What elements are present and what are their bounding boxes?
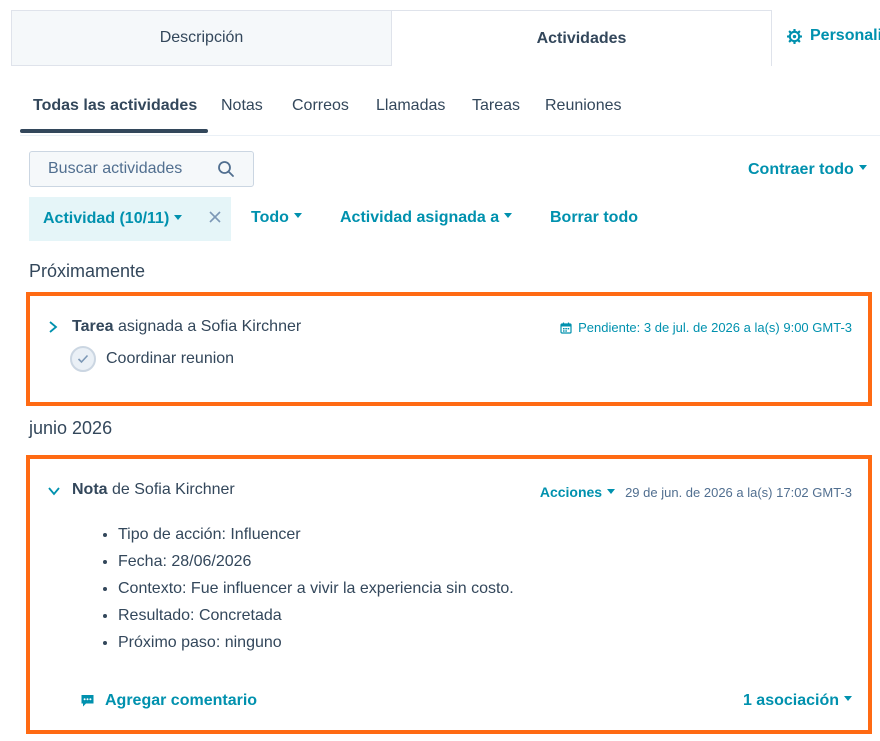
note-card-title[interactable]: Nota de Sofia Kirchner (72, 481, 235, 499)
tab-description[interactable]: Descripción (11, 10, 392, 66)
note-timestamp: 29 de jun. de 2026 a la(s) 17:02 GMT-3 (625, 484, 852, 500)
tab-emails[interactable]: Correos (292, 97, 349, 115)
task-assignee-text: asignada a Sofia Kirchner (113, 318, 302, 335)
tab-notes[interactable]: Notas (221, 97, 263, 115)
all-filter-dropdown[interactable]: Todo (251, 209, 302, 227)
list-item: Tipo de acción: Influencer (118, 521, 514, 548)
chevron-down-icon[interactable] (48, 486, 60, 496)
personalize-button[interactable]: Personali (787, 27, 880, 45)
associations-dropdown[interactable]: 1 asociación (743, 692, 852, 710)
section-heading-month: junio 2026 (29, 418, 113, 438)
task-due-date[interactable]: Pendiente: 3 de jul. de 2026 a la(s) 9:0… (560, 320, 852, 335)
checkmark-icon (77, 354, 89, 364)
add-comment-label: Agregar comentario (105, 692, 258, 709)
tab-description-label: Descripción (159, 29, 244, 46)
note-type: Nota (72, 481, 108, 498)
activity-filter-chip[interactable]: Actividad (10/11) (29, 197, 231, 241)
note-author-text: de Sofia Kirchner (107, 481, 235, 498)
activity-filter-tabs: Todas las actividades Notas Correos Llam… (20, 88, 880, 136)
chevron-down-icon (858, 165, 867, 171)
task-due-label: Pendiente: 3 de jul. de 2026 a la(s) 9:0… (578, 320, 852, 335)
calendar-icon (560, 322, 572, 334)
search-input[interactable] (48, 160, 208, 178)
task-type: Tarea (72, 318, 114, 335)
assigned-filter-label: Actividad asignada a (340, 209, 500, 226)
task-card-title[interactable]: Tarea asignada a Sofia Kirchner (72, 318, 301, 336)
record-tabs: Descripción Actividades Personali (0, 0, 880, 66)
collapse-all-button[interactable]: Contraer todo (748, 161, 867, 179)
task-complete-checkbox[interactable] (70, 346, 96, 372)
task-item: Coordinar reunion (70, 346, 234, 372)
chevron-down-icon (293, 213, 302, 219)
list-item: Resultado: Concretada (118, 602, 514, 629)
personalize-label: Personali (810, 27, 880, 44)
actions-dropdown[interactable]: Acciones (539, 484, 616, 500)
gear-icon (787, 28, 802, 44)
search-icon[interactable] (217, 160, 235, 178)
section-heading-upcoming: Próximamente (29, 261, 146, 281)
tab-all-activities[interactable]: Todas las actividades (33, 97, 197, 115)
list-item: Próximo paso: ninguno (118, 629, 514, 656)
associations-label: 1 asociación (742, 692, 839, 709)
tab-meetings[interactable]: Reuniones (545, 97, 622, 115)
chevron-down-icon (504, 213, 513, 219)
clear-all-button[interactable]: Borrar todo (550, 209, 638, 227)
chevron-down-icon (607, 488, 616, 494)
note-card: Nota de Sofia Kirchner Acciones 29 de ju… (26, 455, 872, 734)
tab-calls[interactable]: Llamadas (376, 97, 445, 115)
active-tab-indicator (20, 129, 208, 133)
collapse-all-label: Contraer todo (748, 161, 854, 178)
list-item: Contexto: Fue influencer a vivir la expe… (118, 575, 514, 602)
clear-all-label: Borrar todo (550, 209, 638, 226)
actions-label: Acciones (539, 484, 603, 500)
chevron-right-icon[interactable] (48, 321, 58, 333)
add-comment-button[interactable]: Agregar comentario (80, 692, 257, 710)
comment-icon (81, 695, 94, 707)
close-icon[interactable] (207, 209, 223, 225)
tab-activities[interactable]: Actividades (391, 10, 772, 66)
chevron-down-icon (174, 214, 183, 220)
tab-activities-label: Actividades (536, 29, 627, 47)
assigned-filter-dropdown[interactable]: Actividad asignada a (340, 209, 513, 227)
task-card: Tarea asignada a Sofia Kirchner Pendient… (26, 292, 872, 406)
list-item: Fecha: 28/06/2026 (118, 548, 514, 575)
chevron-down-icon (844, 696, 852, 702)
note-body[interactable]: Tipo de acción: Influencer Fecha: 28/06/… (118, 521, 514, 656)
activity-filter-label: Actividad (10/11) (43, 210, 170, 227)
tab-tasks[interactable]: Tareas (472, 97, 520, 115)
search-box (29, 151, 254, 187)
note-header-right: Acciones 29 de jun. de 2026 a la(s) 17:0… (540, 484, 852, 500)
task-name[interactable]: Coordinar reunion (106, 350, 234, 368)
all-filter-label: Todo (251, 209, 289, 226)
